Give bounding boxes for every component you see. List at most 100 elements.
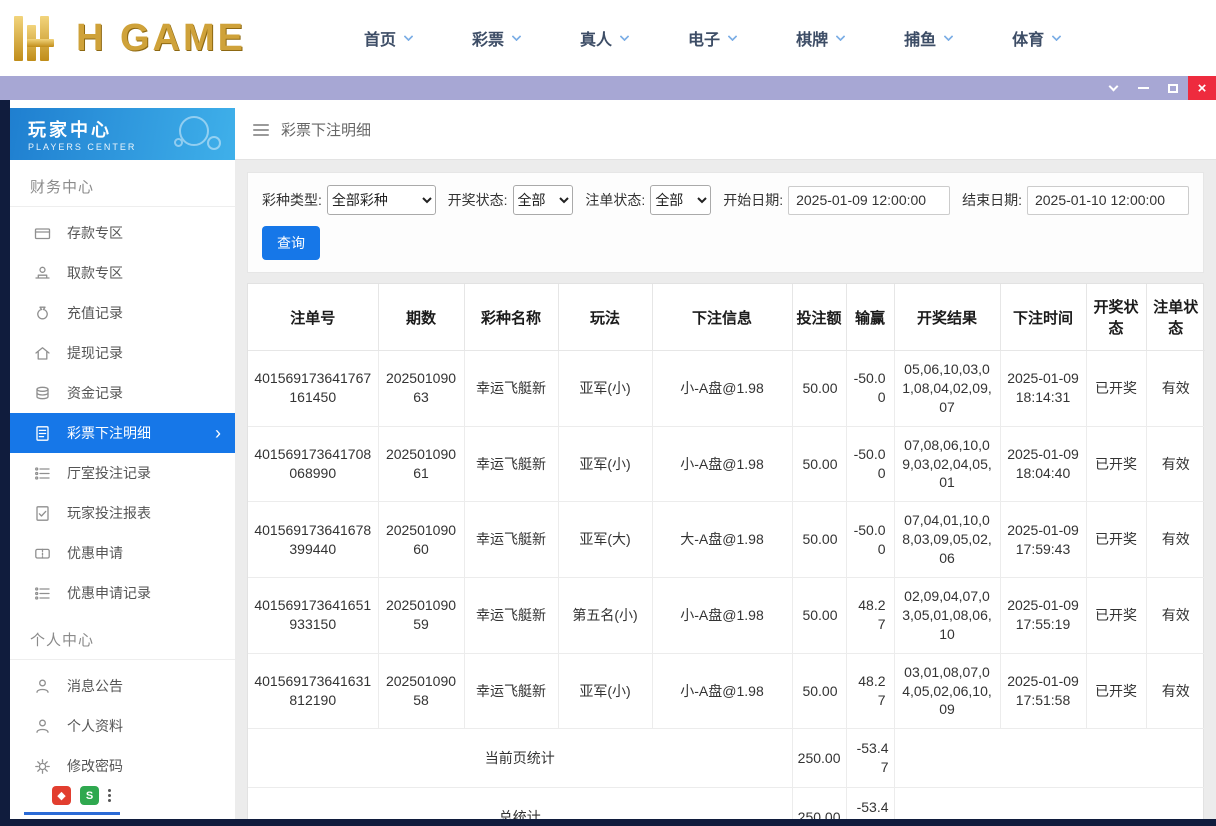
recharge-icon xyxy=(34,305,51,322)
cell-play: 亚军(大) xyxy=(557,501,653,579)
column-header: 开奖结果 xyxy=(893,284,1001,351)
cell-bet-time: 2025-01-09 17:55:19 xyxy=(999,577,1087,654)
nav-item-5[interactable]: 棋牌 xyxy=(796,26,846,50)
cell-draw-result: 03,01,08,07,04,05,02,06,10,09 xyxy=(893,652,1001,730)
sidebar-item-label: 彩票下注明细 xyxy=(67,425,151,441)
sidebar-menu: 财务中心存款专区 取款专区充值记录提现记录 资金记录 彩票下注明细 › 厅室投注记录玩家投… xyxy=(10,160,235,786)
sidebar-subtitle: PLAYERS CENTER xyxy=(28,142,137,152)
sidebar-item-withdraw[interactable]: 取款专区 xyxy=(10,253,235,293)
chevron-down-icon xyxy=(727,31,738,41)
cell-bet-status: 有效 xyxy=(1145,350,1205,427)
bet-status-select[interactable]: 全部 xyxy=(650,185,712,215)
menu-toggle-icon[interactable] xyxy=(253,123,269,136)
nav-item-1[interactable]: 首页 xyxy=(364,26,414,50)
nav-item-2[interactable]: 彩票 xyxy=(472,26,522,50)
column-header: 彩种名称 xyxy=(463,284,559,351)
sidebar-item-label: 充值记录 xyxy=(67,305,123,321)
cell-bet-status: 有效 xyxy=(1145,501,1205,579)
sidebar-section-label: 财务中心 xyxy=(10,160,235,207)
cell-win-loss: 48.27 xyxy=(845,577,895,654)
app-frame: 玩家中心 PLAYERS CENTER 财务中心 存款专区 取款专区 充值记录 提现记录… xyxy=(0,100,1216,826)
hall-icon xyxy=(34,465,51,482)
chevron-down-icon xyxy=(511,31,522,41)
sidebar-item-recharge[interactable]: 充值记录 xyxy=(10,293,235,333)
end-date-input[interactable] xyxy=(1026,185,1189,215)
chevron-down-icon xyxy=(1051,31,1062,41)
chevron-down-icon xyxy=(619,31,630,41)
sidebar-section-label: 个人中心 xyxy=(10,613,235,660)
sidebar-item-funds[interactable]: 资金记录 xyxy=(10,373,235,413)
sidebar-item-message[interactable]: 消息公告 xyxy=(10,666,235,706)
start-date-input[interactable] xyxy=(788,185,951,215)
nav-item-6[interactable]: 捕鱼 xyxy=(904,26,954,50)
maximize-icon xyxy=(1168,83,1178,93)
cashout-icon xyxy=(34,345,51,362)
deposit-icon xyxy=(34,225,51,242)
summary-empty xyxy=(893,787,1205,819)
lottery-type-select[interactable]: 全部彩种 xyxy=(326,185,436,215)
doc-app-icon[interactable]: ◆ xyxy=(52,786,71,805)
cell-bet-id: 401569173641651933150 xyxy=(248,577,379,654)
sidebar-item-lottery[interactable]: 彩票下注明细 › xyxy=(10,413,235,453)
sidebar-item-hall[interactable]: 厅室投注记录 xyxy=(10,453,235,493)
cell-lottery-name: 幸运飞艇新 xyxy=(463,350,559,427)
sidebar-item-profile[interactable]: 个人资料 xyxy=(10,706,235,746)
column-header: 期数 xyxy=(377,284,465,351)
window-collapse-button[interactable] xyxy=(1098,76,1128,100)
sidebar-item-label: 个人资料 xyxy=(67,718,123,734)
cell-play: 亚军(小) xyxy=(557,652,653,730)
table-row: 401569173641678399440 20250109060 幸运飞艇新 亚军(… xyxy=(248,501,1205,579)
promorec-icon xyxy=(34,585,51,602)
nav-item-7[interactable]: 体育 xyxy=(1012,26,1062,50)
column-header: 下注时间 xyxy=(999,284,1087,351)
cell-win-loss: -50.00 xyxy=(845,425,895,503)
cell-draw-result: 05,06,10,03,01,08,04,02,09,07 xyxy=(893,350,1001,427)
bets-table-panel: 注单号 期数 彩种名称 玩法 下注信息 投注额 输赢 开奖结果 下注时间 开奖状态 注单状态 401… xyxy=(247,283,1205,819)
sidebar-item-password[interactable]: 修改密码 xyxy=(10,746,235,786)
window-title-bar: × xyxy=(0,76,1216,100)
cell-lottery-name: 幸运飞艇新 xyxy=(463,652,559,730)
logo[interactable]: H GAME xyxy=(12,13,304,63)
logo-icon xyxy=(12,13,68,63)
more-dots-icon[interactable] xyxy=(108,789,111,802)
nav-item-3[interactable]: 真人 xyxy=(580,26,630,50)
taskbar-tray: ◆ S xyxy=(52,786,111,805)
cell-win-loss: -50.00 xyxy=(845,350,895,427)
summary-bet-total: 250.00 xyxy=(791,728,847,789)
table-row: 401569173641651933150 20250109059 幸运飞艇新 第五名… xyxy=(248,577,1205,654)
logo-text: H GAME xyxy=(76,16,246,59)
draw-status-label: 开奖状态: xyxy=(447,192,508,208)
summary-winloss-total: -53.47 xyxy=(845,787,895,819)
sheet-app-icon[interactable]: S xyxy=(80,786,99,805)
sidebar-item-label: 玩家投注报表 xyxy=(67,505,151,521)
search-button[interactable]: 查询 xyxy=(262,226,320,260)
window-maximize-button[interactable] xyxy=(1158,76,1188,100)
sidebar-item-promorec[interactable]: 优惠申请记录 xyxy=(10,573,235,613)
cell-lottery-name: 幸运飞艇新 xyxy=(463,425,559,503)
cell-draw-status: 已开奖 xyxy=(1085,425,1147,503)
chevron-down-icon xyxy=(403,31,414,41)
window-close-button[interactable]: × xyxy=(1188,76,1216,100)
sidebar-item-cashout[interactable]: 提现记录 xyxy=(10,333,235,373)
sidebar-item-report[interactable]: 玩家投注报表 xyxy=(10,493,235,533)
summary-row: 当前页统计 250.00 -53.47 xyxy=(248,728,1205,789)
summary-label: 总统计 xyxy=(248,787,793,819)
cell-period: 20250109061 xyxy=(377,425,465,503)
cell-bet-time: 2025-01-09 18:04:40 xyxy=(999,425,1087,503)
summary-label: 当前页统计 xyxy=(248,728,793,789)
top-nav-menu: 首页 彩票 真人 电子 棋牌 捕鱼 体育 xyxy=(364,26,1062,50)
lottery-icon xyxy=(34,425,51,442)
draw-status-select[interactable]: 全部 xyxy=(512,185,574,215)
cell-period: 20250109063 xyxy=(377,350,465,427)
sidebar-item-promo[interactable]: 优惠申请 xyxy=(10,533,235,573)
cell-draw-result: 07,04,01,10,08,03,09,05,02,06 xyxy=(893,501,1001,579)
cell-bet-time: 2025-01-09 17:51:58 xyxy=(999,652,1087,730)
nav-item-4[interactable]: 电子 xyxy=(688,26,738,50)
sidebar-item-deposit[interactable]: 存款专区 xyxy=(10,213,235,253)
password-icon xyxy=(34,758,51,775)
message-icon xyxy=(34,678,51,695)
cell-bet-amount: 50.00 xyxy=(791,652,847,730)
cell-lottery-name: 幸运飞艇新 xyxy=(463,577,559,654)
cell-period: 20250109059 xyxy=(377,577,465,654)
window-minimize-button[interactable] xyxy=(1128,76,1158,100)
